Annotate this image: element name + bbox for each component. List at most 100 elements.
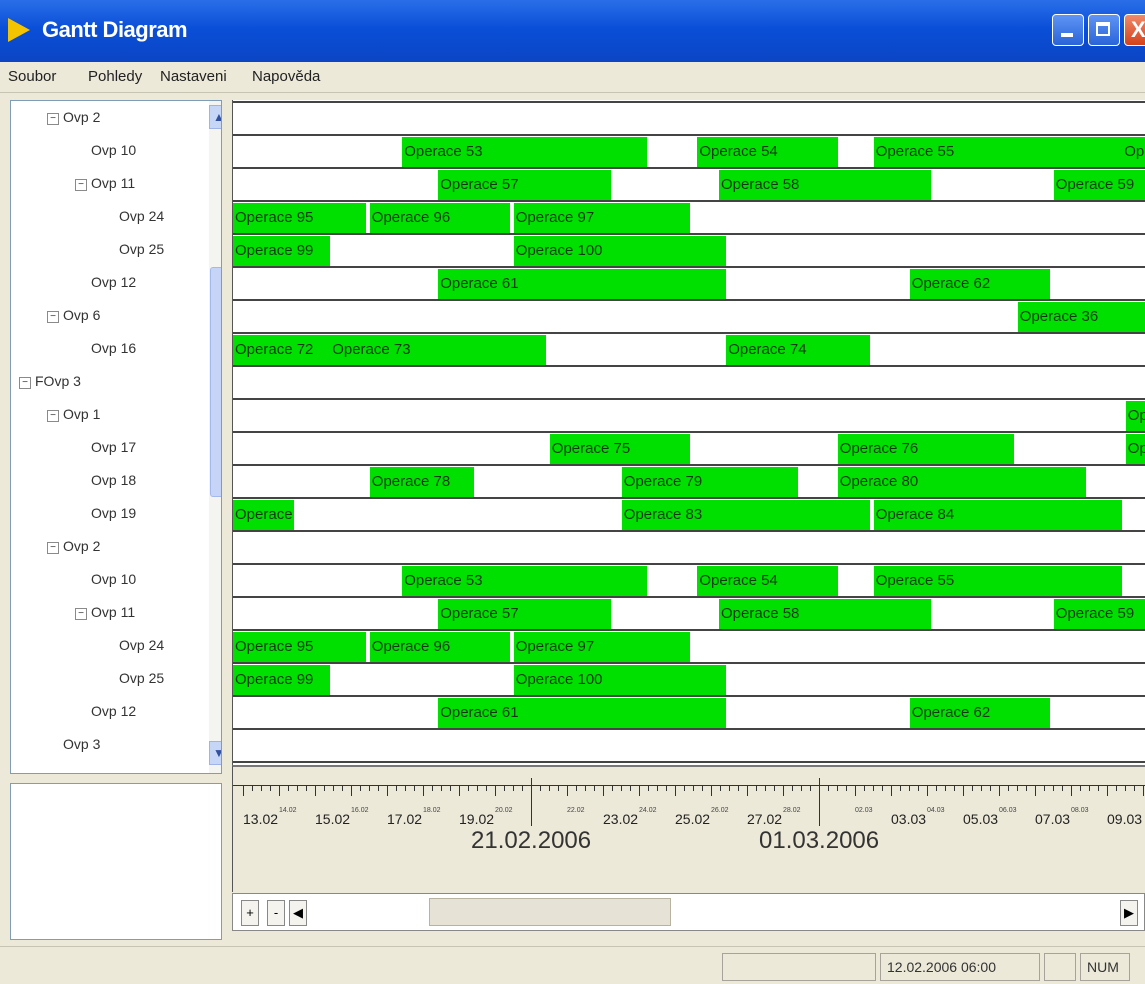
operation-bar[interactable]: Operace xyxy=(1125,401,1145,431)
operation-bar[interactable]: Operace 72 xyxy=(233,335,331,365)
tree-toggle[interactable]: − xyxy=(19,377,31,389)
tree-node[interactable]: Ovp 2 xyxy=(63,109,100,125)
tree-node[interactable]: Ovp 10 xyxy=(91,571,136,587)
tree-node[interactable]: FOvp 3 xyxy=(35,373,81,389)
tree-toggle[interactable]: − xyxy=(47,113,59,125)
menu-nastaveni[interactable]: Nastaveni xyxy=(160,68,227,85)
timeline-tick xyxy=(693,786,694,791)
scroll-left-button[interactable]: ◀ xyxy=(289,900,307,926)
tree-toggle[interactable]: − xyxy=(75,608,87,620)
maximize-button[interactable] xyxy=(1088,14,1120,46)
operation-bar[interactable]: Operace 54 xyxy=(697,566,838,596)
zoom-in-button[interactable]: + xyxy=(241,900,259,926)
gantt-row xyxy=(233,728,1145,761)
tree-node[interactable]: Ovp 19 xyxy=(91,505,136,521)
tree-toggle[interactable]: − xyxy=(47,542,59,554)
tree-node[interactable]: Ovp 10 xyxy=(91,142,136,158)
timeline-minor-label: 04.03 xyxy=(927,807,945,814)
operation-bar[interactable]: Operace 62 xyxy=(909,269,1051,299)
operation-bar[interactable]: Operace 55 xyxy=(873,566,1123,596)
tree-node[interactable]: Ovp 18 xyxy=(91,472,136,488)
operation-bar[interactable]: Operace 80 xyxy=(837,467,1087,497)
tree-node[interactable]: Ovp 2 xyxy=(63,538,100,554)
timeline-tick xyxy=(666,786,667,791)
menu-pohledy[interactable]: Pohledy xyxy=(88,68,142,85)
timeline-tick xyxy=(864,786,865,791)
scroll-down-button[interactable]: ▼ xyxy=(209,741,221,765)
operation-bar[interactable]: Operace 58 xyxy=(719,599,932,629)
tree-node[interactable]: Ovp 3 xyxy=(63,736,100,752)
operation-bar[interactable]: Operace 57 xyxy=(438,170,611,200)
timeline-tick xyxy=(1134,786,1135,791)
operation-bar[interactable]: Operace 53 xyxy=(402,566,647,596)
scroll-right-button[interactable]: ▶ xyxy=(1120,900,1138,926)
operation-bar[interactable]: Operace 96 xyxy=(369,203,511,233)
operation-bar[interactable]: Operace 36 xyxy=(1017,302,1145,332)
operation-bar[interactable]: Operace 61 xyxy=(438,269,727,299)
operation-bar[interactable]: Operace 83 xyxy=(621,500,871,530)
timeline-tick xyxy=(738,786,739,791)
gantt-row xyxy=(233,365,1145,398)
timeline-tick xyxy=(1098,786,1099,791)
zoom-out-button[interactable]: - xyxy=(267,900,285,926)
tree-node[interactable]: Ovp 25 xyxy=(119,241,164,257)
operation-bar[interactable]: Operace xyxy=(1125,434,1145,464)
gantt-chart[interactable]: Operace 53Operace 54Operace 55Operace 56… xyxy=(232,100,1145,765)
menu-soubor[interactable]: Soubor xyxy=(8,68,56,85)
tree-node[interactable]: Ovp 11 xyxy=(91,175,135,191)
operation-bar[interactable]: Operace 59 xyxy=(1053,599,1145,629)
timeline-major-tick xyxy=(531,778,532,826)
scroll-up-button[interactable]: ▲ xyxy=(209,105,221,129)
tree-node[interactable]: Ovp 24 xyxy=(119,637,164,653)
tree-node[interactable]: Ovp 1 xyxy=(63,406,100,422)
hscroll-thumb[interactable] xyxy=(429,898,671,926)
tree-node[interactable]: Ovp 16 xyxy=(91,340,136,356)
operation-bar[interactable]: Operace 56 xyxy=(1122,137,1145,167)
operation-bar[interactable]: Operace 59 xyxy=(1053,170,1145,200)
tree-node[interactable]: Ovp 6 xyxy=(63,307,100,323)
tree-node[interactable]: Ovp 11 xyxy=(91,604,135,620)
operation-bar[interactable]: Operace 99 xyxy=(233,236,331,266)
horizontal-scrollbar[interactable]: + - ◀ ▶ xyxy=(232,893,1145,931)
operation-bar[interactable]: Operace 95 xyxy=(233,632,367,662)
operation-bar[interactable]: Operace 57 xyxy=(438,599,611,629)
operation-bar[interactable]: Operace 97 xyxy=(513,203,691,233)
menu-napoveda[interactable]: Napověda xyxy=(252,68,320,85)
tree-scrollbar[interactable]: ▲ ▼ xyxy=(209,101,221,773)
operation-bar[interactable]: Operace 53 xyxy=(402,137,647,167)
tree-toggle[interactable]: − xyxy=(47,410,59,422)
operation-bar[interactable]: Operace 61 xyxy=(438,698,727,728)
tree-node[interactable]: Ovp 25 xyxy=(119,670,164,686)
tree-view[interactable]: ▲ ▼ −Ovp 2Ovp 10−Ovp 11Ovp 24Ovp 25Ovp 1… xyxy=(10,100,222,774)
operation-bar[interactable]: Operace xyxy=(233,500,295,530)
close-button[interactable]: X xyxy=(1124,14,1145,46)
tree-node[interactable]: Ovp 12 xyxy=(91,703,136,719)
operation-bar[interactable]: Operace 95 xyxy=(233,203,367,233)
operation-bar[interactable]: Operace 58 xyxy=(719,170,932,200)
scroll-thumb[interactable] xyxy=(210,267,221,497)
operation-bar[interactable]: Operace 76 xyxy=(837,434,1015,464)
operation-bar[interactable]: Operace 73 xyxy=(330,335,547,365)
minimize-button[interactable] xyxy=(1052,14,1084,46)
operation-bar[interactable]: Operace 84 xyxy=(873,500,1123,530)
operation-bar[interactable]: Operace 62 xyxy=(909,698,1051,728)
tree-node[interactable]: Ovp 17 xyxy=(91,439,136,455)
operation-bar[interactable]: Operace 99 xyxy=(233,665,331,695)
timeline-tick xyxy=(1080,786,1081,791)
status-datetime: 12.02.2006 06:00 xyxy=(880,953,1040,981)
tree-toggle[interactable]: − xyxy=(47,311,59,323)
operation-bar[interactable]: Operace 74 xyxy=(726,335,871,365)
operation-bar[interactable]: Operace 97 xyxy=(513,632,691,662)
operation-bar[interactable]: Operace 54 xyxy=(697,137,838,167)
tree-node[interactable]: Ovp 24 xyxy=(119,208,164,224)
tree-node[interactable]: Ovp 12 xyxy=(91,274,136,290)
operation-bar[interactable]: Operace 75 xyxy=(549,434,691,464)
tree-toggle[interactable]: − xyxy=(75,179,87,191)
gantt-row: Operace 95 Operace 96 Operace 97 xyxy=(233,629,1145,662)
operation-bar[interactable]: Operace 96 xyxy=(369,632,511,662)
operation-bar[interactable]: Operace 100 xyxy=(513,236,727,266)
operation-bar[interactable]: Operace 55 xyxy=(873,137,1123,167)
operation-bar[interactable]: Operace 78 xyxy=(369,467,475,497)
operation-bar[interactable]: Operace 79 xyxy=(621,467,799,497)
operation-bar[interactable]: Operace 100 xyxy=(513,665,727,695)
